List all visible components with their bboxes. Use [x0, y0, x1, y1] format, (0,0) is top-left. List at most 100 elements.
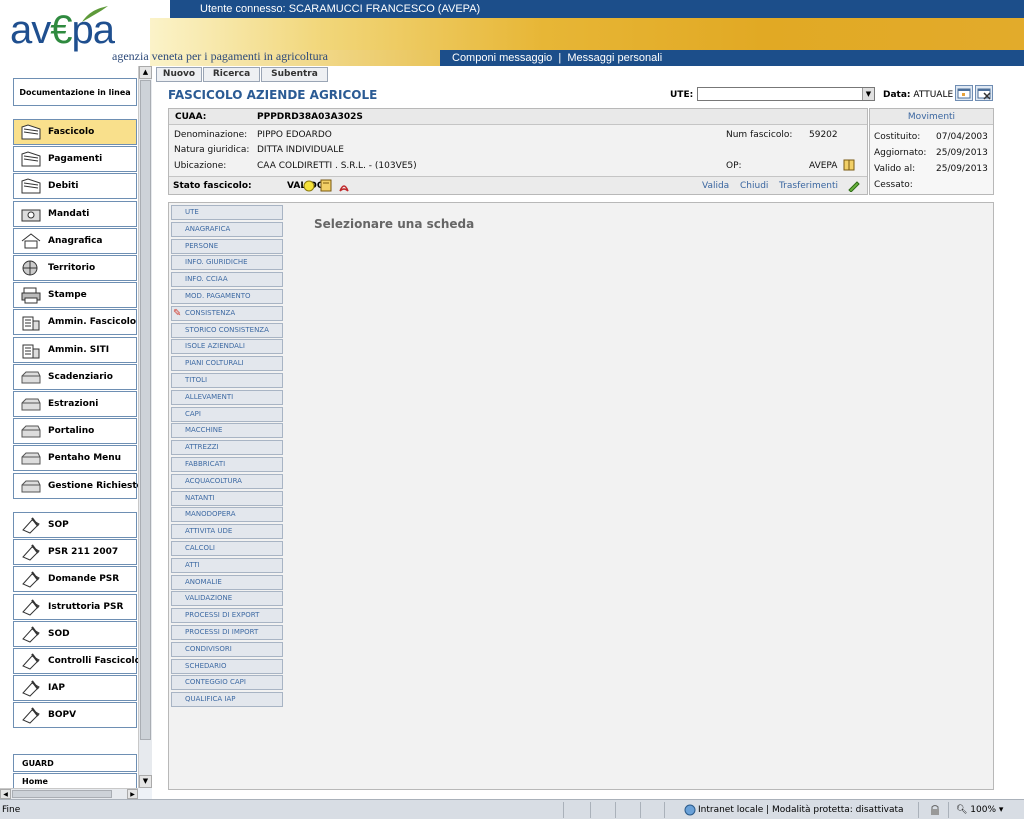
- compose-message-link[interactable]: Componi messaggio: [452, 52, 552, 64]
- tab-persone[interactable]: PERSONE: [171, 238, 283, 254]
- nav-item-portalino[interactable]: Portalino: [13, 418, 137, 445]
- house-icon: [20, 232, 42, 250]
- tab-schedario[interactable]: SCHEDARIO: [171, 658, 283, 674]
- tab-condivisori[interactable]: CONDIVISORI: [171, 641, 283, 657]
- nav-item-ammin-siti[interactable]: Ammin. SITI: [13, 336, 137, 363]
- nav-item-istruttoria-psr[interactable]: Istruttoria PSR: [13, 593, 137, 620]
- hscroll-thumb[interactable]: [12, 790, 112, 798]
- calendar-icon[interactable]: [955, 85, 973, 101]
- tab-ute[interactable]: UTE: [171, 205, 283, 220]
- scroll-thumb[interactable]: [140, 80, 151, 740]
- nav-item-sop[interactable]: SOP: [13, 512, 137, 538]
- tab-attivita-ude[interactable]: ATTIVITA UDE: [171, 524, 283, 540]
- pencil-icon[interactable]: [847, 179, 861, 192]
- nav-item-territorio[interactable]: Territorio: [13, 255, 137, 281]
- tab-conteggio-capi[interactable]: CONTEGGIO CAPI: [171, 675, 283, 691]
- nav-item-label: BOPV: [48, 710, 77, 721]
- tab-natanti[interactable]: NATANTI: [171, 490, 283, 506]
- pen-paper-icon: [20, 570, 42, 588]
- nuovo-button[interactable]: Nuovo: [156, 67, 202, 82]
- movimenti-label: Valido al:: [874, 164, 916, 174]
- nav-item-label: Territorio: [48, 263, 96, 273]
- movimenti-label: Cessato:: [874, 180, 913, 190]
- scroll-right-arrow-icon[interactable]: ▶: [127, 789, 138, 799]
- sidebar-vertical-scrollbar[interactable]: ▲ ▼: [138, 66, 152, 788]
- tab-macchine[interactable]: MACCHINE: [171, 423, 283, 439]
- tab-processi-di-import[interactable]: PROCESSI DI IMPORT: [171, 625, 283, 640]
- nav-item-stampe[interactable]: Stampe: [13, 282, 137, 309]
- ricerca-button[interactable]: Ricerca: [203, 67, 260, 82]
- nav-item-debiti[interactable]: Debiti: [13, 173, 137, 200]
- chevron-down-icon[interactable]: ▼: [862, 88, 874, 100]
- printer-icon: [20, 286, 42, 304]
- sidebar-horizontal-scrollbar[interactable]: ◀ ▶: [0, 788, 138, 799]
- document-icon[interactable]: [320, 179, 332, 192]
- nav-item-psr-211-2007[interactable]: PSR 211 2007: [13, 539, 137, 566]
- nav-item-ammin-fascicolo[interactable]: Ammin. Fascicolo: [13, 309, 137, 336]
- book-icon[interactable]: [842, 158, 856, 172]
- nav-item-pagamenti[interactable]: Pagamenti: [13, 146, 137, 173]
- tab-isole-aziendali[interactable]: ISOLE AZIENDALI: [171, 339, 283, 355]
- nav-item-gestione-richieste[interactable]: Gestione Richieste: [13, 472, 143, 499]
- tab-anagrafica[interactable]: ANAGRAFICA: [171, 221, 283, 237]
- home-link[interactable]: Home: [13, 773, 137, 789]
- nav-item-label: Ammin. SITI: [48, 344, 110, 355]
- documentation-link[interactable]: Documentazione in linea: [13, 78, 137, 106]
- trasferimenti-link[interactable]: Trasferimenti: [779, 181, 838, 191]
- ute-select[interactable]: ▼: [697, 87, 875, 101]
- guard-link[interactable]: GUARD: [13, 754, 137, 772]
- folder-icon: [20, 177, 42, 195]
- tab-capi[interactable]: CAPI: [171, 406, 283, 422]
- personal-messages-link[interactable]: Messaggi personali: [567, 52, 662, 64]
- tab-info-giuridiche[interactable]: INFO. GIURIDICHE: [171, 255, 283, 271]
- scroll-up-arrow-icon[interactable]: ▲: [139, 66, 152, 79]
- scroll-down-arrow-icon[interactable]: ▼: [139, 775, 152, 788]
- tab-atti[interactable]: ATTI: [171, 557, 283, 573]
- op-value: AVEPA: [809, 161, 838, 171]
- nav-item-anagrafica[interactable]: Anagrafica: [13, 227, 137, 254]
- valida-link[interactable]: Valida: [702, 181, 729, 191]
- tab-calcoli[interactable]: CALCOLI: [171, 541, 283, 556]
- tab-anomalie[interactable]: ANOMALIE: [171, 574, 283, 590]
- tab-processi-di-export[interactable]: PROCESSI DI EXPORT: [171, 608, 283, 624]
- chiudi-link[interactable]: Chiudi: [740, 181, 768, 191]
- nav-item-bopv[interactable]: BOPV: [13, 702, 137, 729]
- nav-item-mandati[interactable]: Mandati: [13, 200, 137, 227]
- tab-mod-pagamento[interactable]: MOD. PAGAMENTO: [171, 289, 283, 304]
- lock-icon[interactable]: [928, 804, 942, 816]
- zoom-level[interactable]: 🔍︎ 100% ▾: [956, 805, 1003, 815]
- building-icon: [20, 313, 42, 331]
- tray-icon: [20, 368, 42, 386]
- ubicazione-label: Ubicazione:: [174, 161, 227, 171]
- header-links: Componi messaggio | Messaggi personali: [452, 52, 662, 64]
- tab-manodopera[interactable]: MANODOPERA: [171, 507, 283, 523]
- subentra-button[interactable]: Subentra: [261, 67, 328, 82]
- tab-titoli[interactable]: TITOLI: [171, 373, 283, 388]
- tab-qualifica-iap[interactable]: QUALIFICA IAP: [171, 692, 283, 708]
- tab-validazione[interactable]: VALIDAZIONE: [171, 591, 283, 607]
- tab-consistenza[interactable]: CONSISTENZA ✎: [171, 305, 283, 321]
- denominazione-value: PIPPO EDOARDO: [257, 130, 332, 140]
- calendar-clear-icon[interactable]: [975, 85, 993, 101]
- scroll-left-arrow-icon[interactable]: ◀: [0, 789, 11, 799]
- tab-attrezzi[interactable]: ATTREZZI: [171, 440, 283, 456]
- tab-fabbricati[interactable]: FABBRICATI: [171, 457, 283, 472]
- nav-item-domande-psr[interactable]: Domande PSR: [13, 566, 137, 593]
- leaf-icon: [82, 6, 108, 22]
- tab-allevamenti[interactable]: ALLEVAMENTI: [171, 389, 283, 405]
- tab-piani-colturali[interactable]: PIANI COLTURALI: [171, 356, 283, 372]
- cuaa-row: CUAA: PPPDRD38A03A302S: [169, 109, 867, 125]
- tab-acquacoltura[interactable]: ACQUACOLTURA: [171, 473, 283, 489]
- nav-item-estrazioni[interactable]: Estrazioni: [13, 391, 137, 417]
- nav-item-label: Gestione Richieste: [48, 480, 143, 491]
- nav-item-pentaho-menu[interactable]: Pentaho Menu: [13, 445, 137, 472]
- nav-item-label: IAP: [48, 683, 65, 694]
- nav-item-scadenziario[interactable]: Scadenziario: [13, 363, 137, 390]
- nav-item-controlli-fascicolo[interactable]: Controlli Fascicolo: [13, 648, 141, 674]
- nav-item-sod[interactable]: SOD: [13, 620, 137, 647]
- pdf-icon[interactable]: [338, 179, 350, 192]
- tab-info-cciaa[interactable]: INFO. CCIAA: [171, 272, 283, 288]
- nav-item-iap[interactable]: IAP: [13, 675, 137, 702]
- nav-item-fascicolo[interactable]: Fascicolo: [13, 119, 137, 145]
- tab-storico-consistenza[interactable]: STORICO CONSISTENZA: [171, 322, 283, 338]
